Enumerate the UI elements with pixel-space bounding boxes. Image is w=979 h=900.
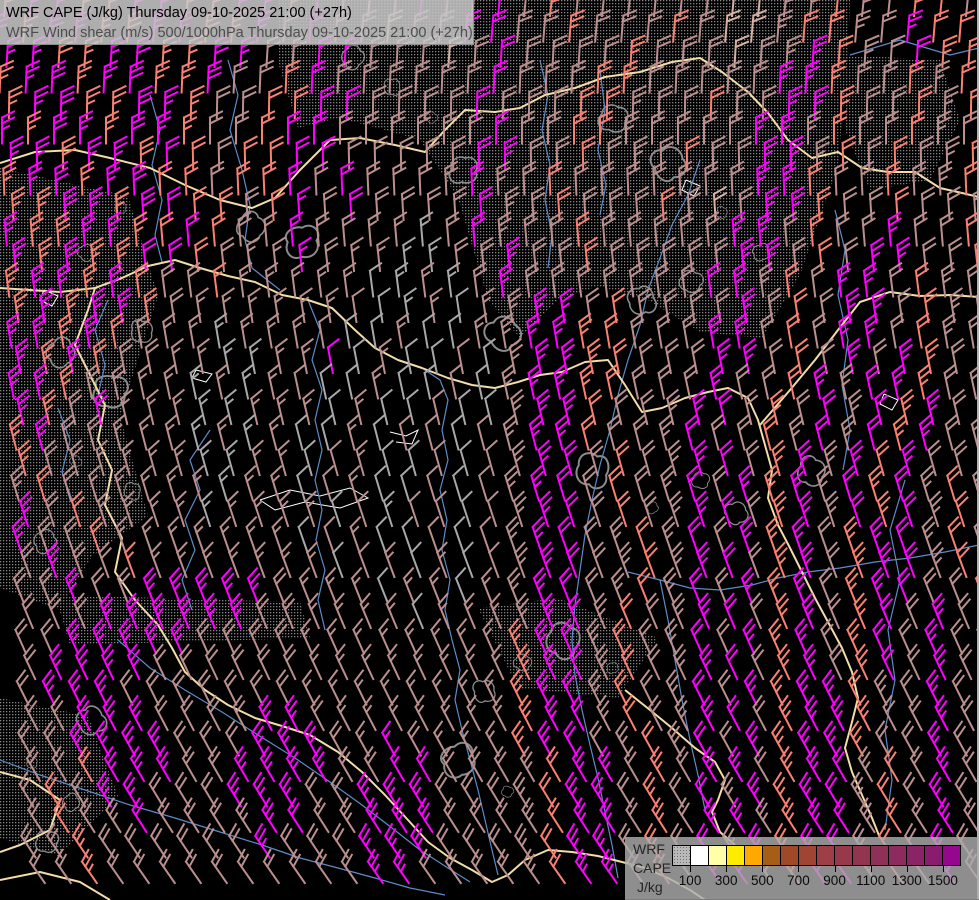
legend-color-cell (744, 845, 763, 866)
map-title-windshear: WRF Wind shear (m/s) 500/1000hPa Thursda… (6, 23, 473, 43)
legend-color-cell (888, 845, 907, 866)
legend-tick-label: 700 (778, 873, 818, 888)
legend-tick-label: 500 (742, 873, 782, 888)
legend-color-cell (762, 845, 781, 866)
legend-unit-labels: WRFCAPEJ/kg (633, 840, 671, 897)
legend-tick-label: 1500 (923, 873, 963, 888)
legend-tick-label: 300 (706, 873, 746, 888)
legend-color-cell (672, 845, 691, 866)
title-overlay: WRF CAPE (J/kg) Thursday 09-10-2025 21:0… (0, 0, 474, 45)
weather-map-canvas (0, 0, 979, 900)
legend-tick (762, 866, 763, 872)
legend-color-cell (690, 845, 709, 866)
legend-tick (690, 866, 691, 872)
legend-tick (871, 866, 872, 872)
legend-tick-label: 1300 (887, 873, 927, 888)
legend-tick-label: 100 (670, 873, 710, 888)
legend-color-cell (780, 845, 799, 866)
legend-color-cell (924, 845, 943, 866)
legend-color-cell (852, 845, 871, 866)
map-title-cape: WRF CAPE (J/kg) Thursday 09-10-2025 21:0… (6, 3, 473, 23)
legend-tick (835, 866, 836, 872)
legend-tick (726, 866, 727, 872)
cape-legend: WRFCAPEJ/kg 100300500700900110013001500 (625, 837, 979, 900)
legend-tick (943, 866, 944, 872)
legend-colorbar (672, 845, 961, 866)
legend-unit-label: CAPE (633, 859, 671, 878)
legend-tick-label: 900 (815, 873, 855, 888)
legend-tick-label: 1100 (851, 873, 891, 888)
legend-color-cell (708, 845, 727, 866)
legend-color-cell (942, 845, 961, 866)
cape-stipple-region (55, 595, 310, 645)
legend-unit-label: J/kg (637, 878, 671, 897)
legend-color-cell (726, 845, 745, 866)
legend-color-cell (870, 845, 889, 866)
legend-color-cell (834, 845, 853, 866)
weather-map-frame: WRF CAPE (J/kg) Thursday 09-10-2025 21:0… (0, 0, 979, 900)
legend-tick (798, 866, 799, 872)
legend-tick (907, 866, 908, 872)
legend-color-cell (798, 845, 817, 866)
legend-color-cell (816, 845, 835, 866)
legend-color-cell (906, 845, 925, 866)
legend-unit-label: WRF (633, 840, 671, 859)
